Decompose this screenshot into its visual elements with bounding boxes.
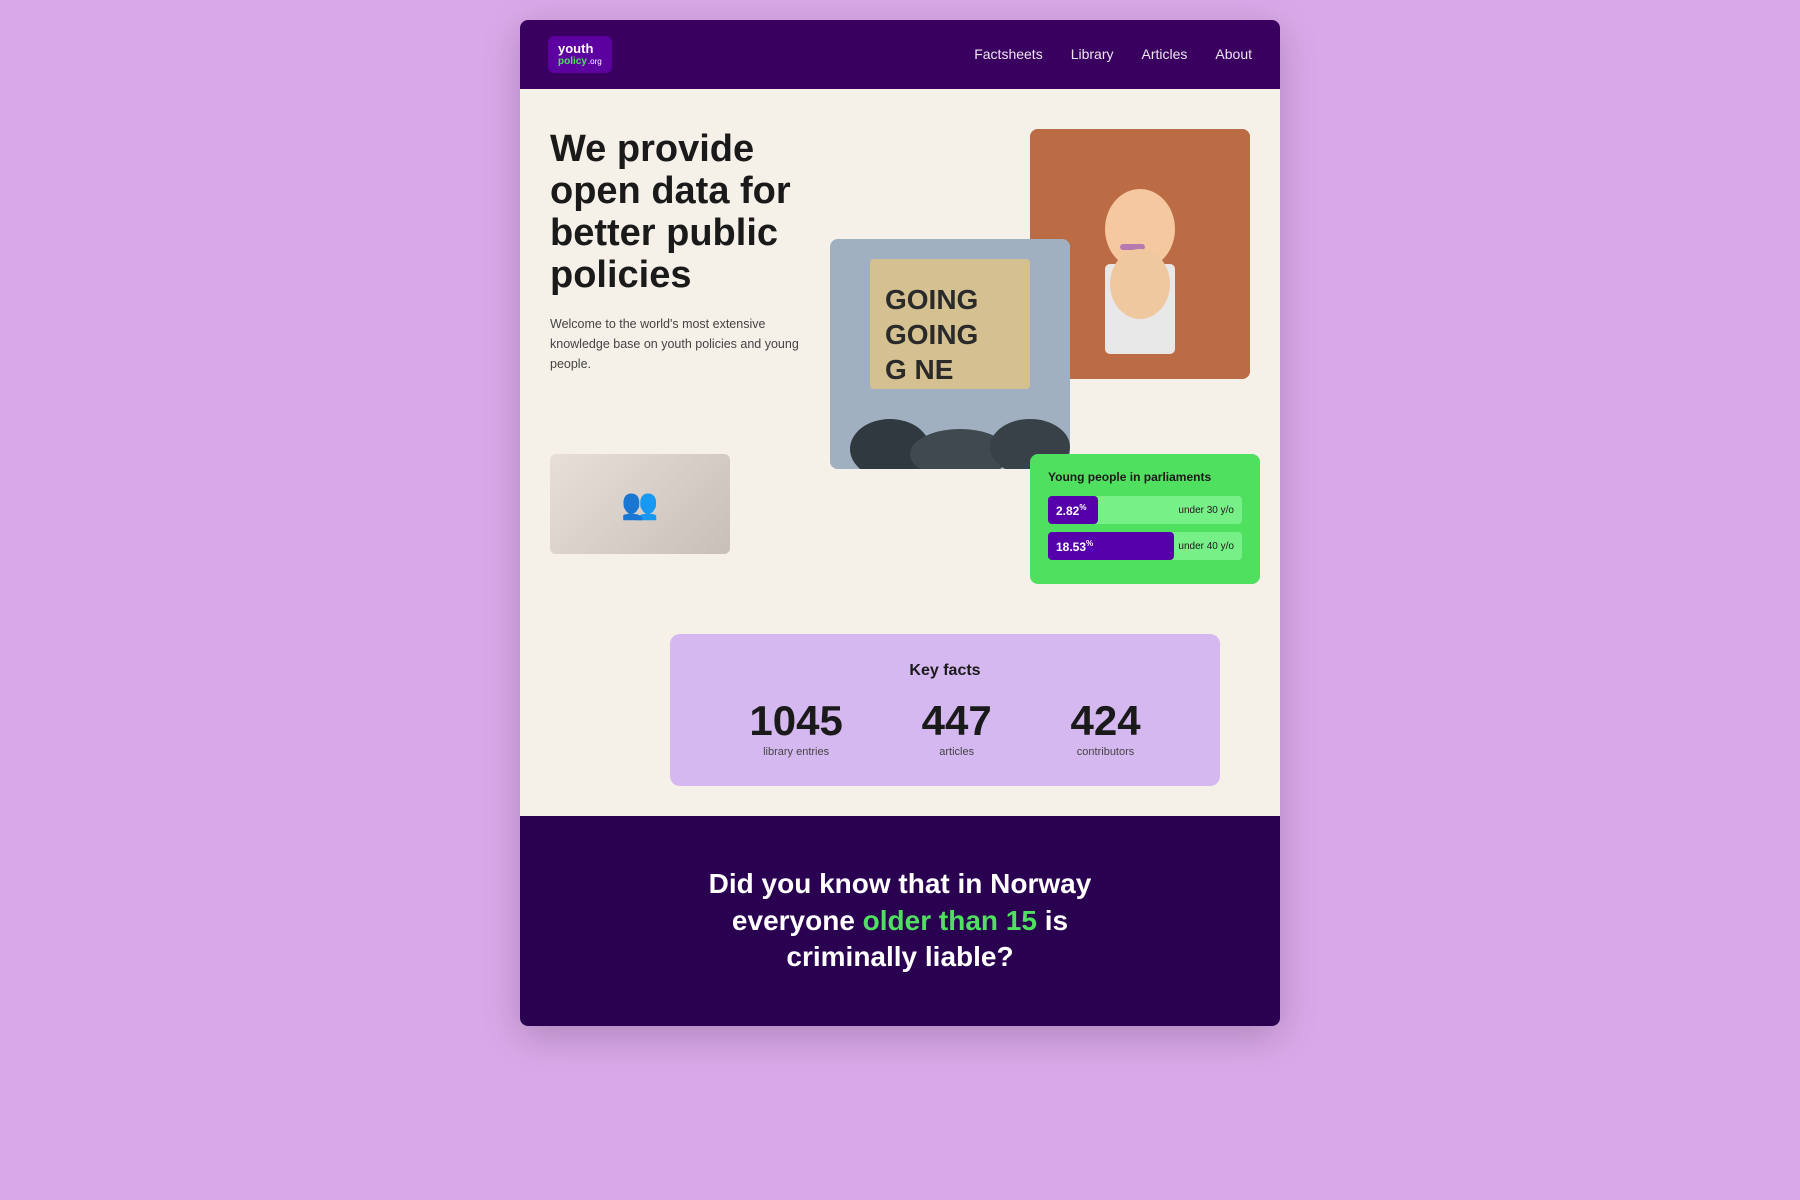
library-label: library entries — [763, 746, 829, 758]
svg-text:GOING: GOING — [885, 284, 978, 315]
stat-label-1: under 30 y/o — [1178, 505, 1234, 516]
stat-bar-under30: 2.82% under 30 y/o — [1048, 496, 1242, 524]
stat-bar-fill-1: 2.82% — [1048, 496, 1098, 524]
key-facts-title: Key facts — [710, 662, 1180, 680]
key-fact-contributors: 424 contributors — [1071, 700, 1141, 758]
hero-text: We provide open data for better public p… — [550, 129, 814, 374]
logo[interactable]: youth policy .org — [548, 36, 612, 73]
footer-text-3: is — [1045, 905, 1068, 936]
stat-bar-track-2: 18.53% under 40 y/o — [1048, 532, 1242, 560]
nav-articles[interactable]: Articles — [1142, 46, 1188, 62]
footer-text-4: criminally liable? — [786, 941, 1013, 972]
footer-section: Did you know that in Norway everyone old… — [520, 816, 1280, 1025]
nav-factsheets[interactable]: Factsheets — [974, 46, 1042, 62]
key-fact-articles: 447 articles — [922, 700, 992, 758]
classroom-image — [550, 454, 730, 554]
nav-about[interactable]: About — [1215, 46, 1252, 62]
articles-label: articles — [939, 746, 974, 758]
stat-value-1: 2.82% — [1056, 503, 1086, 518]
logo-text-bottom: policy — [558, 56, 587, 67]
key-fact-library: 1045 library entries — [749, 700, 842, 758]
footer-highlight: older than 15 — [863, 905, 1037, 936]
footer-text-2: everyone — [732, 905, 855, 936]
stat-bar-track-1: 2.82% under 30 y/o — [1048, 496, 1242, 524]
footer-text-1: Did you know that in Norway — [709, 868, 1092, 899]
parliament-stats-card: Young people in parliaments 2.82% under … — [1030, 454, 1260, 584]
nav-links: Factsheets Library Articles About — [974, 46, 1252, 64]
nav-library[interactable]: Library — [1071, 46, 1114, 62]
protest-image: GOING GOING G NE — [830, 239, 1070, 469]
stat-bar-fill-2: 18.53% — [1048, 532, 1174, 560]
articles-count: 447 — [922, 700, 992, 742]
contributors-label: contributors — [1077, 746, 1134, 758]
svg-text:G NE: G NE — [885, 354, 953, 385]
footer-text: Did you know that in Norway everyone old… — [550, 866, 1250, 975]
key-facts-section: Key facts 1045 library entries 447 artic… — [670, 634, 1220, 786]
logo-dot: .org — [588, 57, 602, 66]
key-facts-numbers: 1045 library entries 447 articles 424 co… — [710, 700, 1180, 758]
stat-label-2: under 40 y/o — [1178, 541, 1234, 552]
browser-window: youth policy .org Factsheets Library Art… — [520, 20, 1280, 1026]
hero-section: We provide open data for better public p… — [520, 89, 1280, 816]
hero-subtitle: Welcome to the world's most extensive kn… — [550, 314, 814, 374]
svg-text:GOING: GOING — [885, 319, 978, 350]
stat-value-2: 18.53% — [1056, 539, 1093, 554]
contributors-count: 424 — [1071, 700, 1141, 742]
stat-bar-under40: 18.53% under 40 y/o — [1048, 532, 1242, 560]
logo-text-top: youth — [558, 42, 593, 56]
navigation: youth policy .org Factsheets Library Art… — [520, 20, 1280, 89]
hero-title: We provide open data for better public p… — [550, 129, 814, 296]
library-count: 1045 — [749, 700, 842, 742]
parliament-card-title: Young people in parliaments — [1048, 470, 1242, 484]
